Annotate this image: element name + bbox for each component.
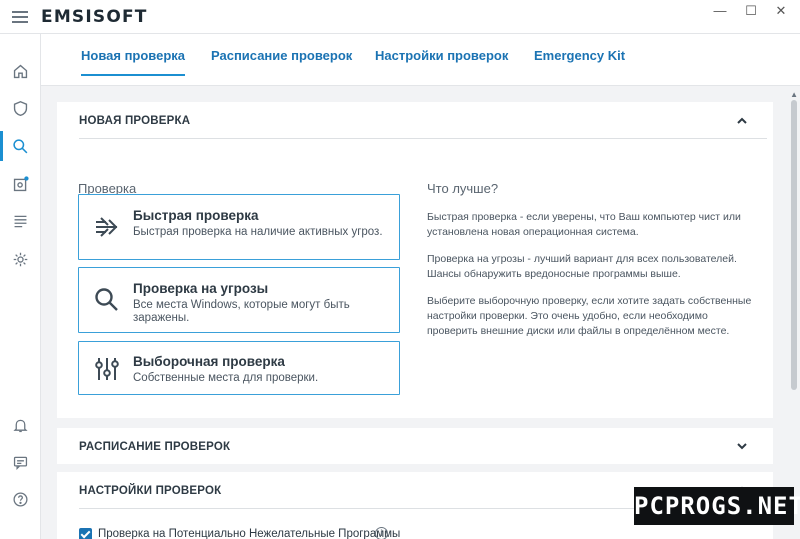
maximize-button[interactable]: ☐ <box>741 3 761 19</box>
sidebar <box>0 34 41 539</box>
sidebar-item-help[interactable] <box>0 482 41 516</box>
chevron-up-icon[interactable] <box>736 117 748 125</box>
sidebar-item-protection[interactable] <box>0 91 41 125</box>
scheduled-scans-panel[interactable]: РАСПИСАНИЕ ПРОВЕРОК <box>57 428 773 464</box>
new-scan-header: НОВАЯ ПРОВЕРКА <box>79 115 191 127</box>
scheduled-scans-header: РАСПИСАНИЕ ПРОВЕРОК <box>79 441 231 453</box>
malware-scan-desc: Все места Windows, которые могут быть за… <box>133 299 350 324</box>
custom-scan-button[interactable]: Выборочная проверка Собственные места дл… <box>78 341 400 395</box>
tab-emergency-kit[interactable]: Emergency Kit <box>534 48 625 76</box>
custom-scan-title: Выборочная проверка <box>133 354 285 369</box>
help-paragraph-custom: Выберите выборочную проверку, если хотит… <box>427 295 752 337</box>
quick-scan-desc: Быстрая проверка на наличие активных угр… <box>133 226 383 238</box>
sidebar-item-feedback[interactable] <box>0 445 41 479</box>
search-icon <box>13 138 28 153</box>
divider <box>79 138 767 139</box>
scan-settings-header: НАСТРОЙКИ ПРОВЕРОК <box>79 485 222 497</box>
malware-scan-icon <box>95 288 118 311</box>
pup-checkbox[interactable] <box>79 528 92 539</box>
quick-scan-button[interactable]: Быстрая проверка Быстрая проверка на нал… <box>78 194 400 260</box>
new-scan-panel: НОВАЯ ПРОВЕРКА Проверка Быстрая проверка… <box>57 102 773 418</box>
hamburger-menu-icon[interactable] <box>12 11 28 23</box>
help-icon <box>13 491 28 507</box>
quarantine-icon <box>13 175 29 191</box>
info-icon[interactable]: i <box>375 527 388 539</box>
pup-checkbox-label[interactable]: Проверка на Потенциально Нежелательные П… <box>98 528 400 539</box>
home-icon <box>13 64 28 78</box>
main-content: НОВАЯ ПРОВЕРКА Проверка Быстрая проверка… <box>41 86 800 539</box>
help-paragraph-quick: Быстрая проверка - если уверены, что Ваш… <box>427 211 741 238</box>
tab-scheduled-scans[interactable]: Расписание проверок <box>211 48 352 76</box>
top-tabs: Новая проверка Расписание проверок Настр… <box>41 34 800 86</box>
title-bar: EMSISOFT — ☐ ✕ <box>0 0 800 34</box>
chevron-down-icon[interactable] <box>736 442 748 450</box>
sidebar-item-quarantine[interactable] <box>0 167 41 201</box>
custom-scan-desc: Собственные места для проверки. <box>133 372 319 384</box>
close-button[interactable]: ✕ <box>771 3 791 19</box>
tab-scan-settings[interactable]: Настройки проверок <box>375 48 508 76</box>
malware-scan-button[interactable]: Проверка на угрозы Все места Windows, ко… <box>78 267 400 333</box>
sidebar-item-settings[interactable] <box>0 242 41 276</box>
app-logo: EMSISOFT <box>41 7 148 27</box>
shield-icon <box>13 100 28 116</box>
bell-icon <box>13 419 28 432</box>
sidebar-item-logs[interactable] <box>0 204 41 238</box>
help-paragraph-malware: Проверка на угрозы - лучший вариант для … <box>427 253 737 280</box>
sidebar-item-home[interactable] <box>0 54 41 88</box>
malware-scan-title: Проверка на угрозы <box>133 281 269 296</box>
watermark: PCPROGS.NET <box>634 487 800 525</box>
quick-scan-title: Быстрая проверка <box>133 208 259 223</box>
logs-icon <box>14 215 27 227</box>
chat-icon <box>13 456 28 470</box>
gear-icon <box>13 252 28 266</box>
help-title: Что лучше? <box>427 181 499 196</box>
tab-new-scan[interactable]: Новая проверка <box>81 48 186 76</box>
minimize-button[interactable]: — <box>710 3 730 19</box>
custom-scan-icon <box>95 358 119 380</box>
sidebar-item-notifications[interactable] <box>0 408 41 442</box>
quick-scan-icon <box>96 217 118 237</box>
sidebar-item-scan[interactable] <box>0 129 41 163</box>
